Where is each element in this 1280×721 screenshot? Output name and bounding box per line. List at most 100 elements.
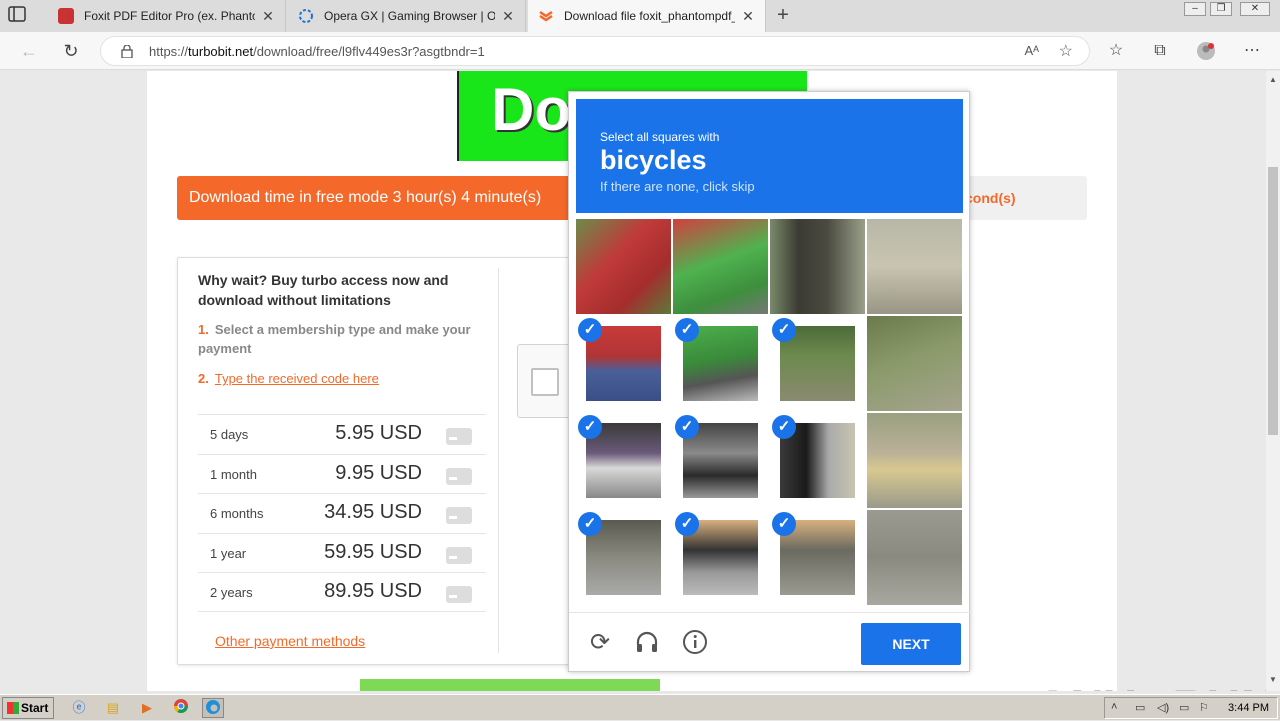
price-row[interactable]: 1 year 59.95 USD xyxy=(198,532,486,573)
windows-flag-icon xyxy=(7,702,19,714)
tab-title: Foxit PDF Editor Pro (ex. Phantom xyxy=(84,9,255,23)
captcha-tile-image xyxy=(867,510,962,605)
captcha-tile[interactable] xyxy=(867,316,962,411)
captcha-tile[interactable]: ✓ xyxy=(576,413,671,508)
captcha-checkbox[interactable] xyxy=(531,368,559,396)
step-text: Select a membership type and make your p… xyxy=(198,322,471,356)
close-window-icon[interactable]: ✕ xyxy=(1240,2,1270,16)
audio-headphones-icon[interactable] xyxy=(633,629,661,657)
credit-card-icon xyxy=(446,428,472,445)
info-icon[interactable] xyxy=(681,629,709,657)
credit-card-icon xyxy=(446,546,472,564)
captcha-tile[interactable]: ✓ xyxy=(576,510,671,605)
captcha-tile[interactable]: ✓ xyxy=(673,510,768,605)
enter-code-link[interactable]: Type the received code here xyxy=(215,371,379,386)
scroll-down-icon[interactable]: ▼ xyxy=(1269,675,1277,684)
captcha-tile[interactable]: ✓ xyxy=(673,316,768,411)
scroll-up-icon[interactable]: ▲ xyxy=(1269,75,1277,84)
windows-taskbar: Start ⓔ ▤ ▶ ˄ ▭ ◁) ▭ ⚐ 3:44 PM xyxy=(0,694,1280,720)
other-payment-methods-link[interactable]: Other payment methods xyxy=(215,633,365,649)
network-icon[interactable]: ▭ xyxy=(1135,701,1145,714)
price-row[interactable]: 1 month 9.95 USD xyxy=(198,453,486,494)
step-number: 1. xyxy=(198,322,209,337)
check-icon: ✓ xyxy=(578,512,602,536)
captcha-tile[interactable]: ✓ xyxy=(770,413,865,508)
url-text: https://turbobit.net/download/free/l9flv… xyxy=(149,44,485,59)
challenge-target: bicycles xyxy=(600,145,707,175)
minimize-icon[interactable]: – xyxy=(1184,2,1206,16)
captcha-tile-image xyxy=(576,219,671,314)
check-icon: ✓ xyxy=(675,415,699,439)
display-icon[interactable]: ▭ xyxy=(1179,701,1189,714)
volume-icon[interactable]: ◁) xyxy=(1157,701,1169,714)
captcha-tile[interactable] xyxy=(770,219,865,314)
chrome-taskbar-icon[interactable] xyxy=(170,698,192,718)
captcha-tile[interactable] xyxy=(673,219,768,314)
refresh-icon[interactable]: ↻ xyxy=(60,40,82,62)
download-button[interactable] xyxy=(360,679,660,691)
captcha-tile[interactable]: ✓ xyxy=(673,413,768,508)
check-icon: ✓ xyxy=(772,415,796,439)
challenge-header: Select all squares with bicycles If ther… xyxy=(576,99,963,213)
price-value: 34.95 USD xyxy=(324,501,422,523)
close-tab-icon[interactable]: ✕ xyxy=(501,8,515,25)
price-row[interactable]: 2 years 89.95 USD xyxy=(198,572,486,612)
ie-taskbar-icon[interactable]: ⓔ xyxy=(68,698,90,718)
price-period: 1 year xyxy=(210,545,247,561)
action-flag-icon[interactable]: ⚐ xyxy=(1199,701,1209,714)
banner-text: Do xyxy=(491,76,571,143)
credit-card-icon xyxy=(446,467,472,485)
captcha-tile-image xyxy=(867,219,962,314)
banner-edge xyxy=(457,71,459,161)
lock-icon xyxy=(121,44,133,59)
captcha-tile[interactable] xyxy=(867,219,962,314)
back-arrow-icon[interactable]: ← xyxy=(18,40,40,62)
check-icon: ✓ xyxy=(578,415,602,439)
price-table: 5 days 5.95 USD 1 month 9.95 USD 6 months 3… xyxy=(198,414,486,612)
tab-actions-icon[interactable] xyxy=(8,6,38,28)
captcha-tile[interactable]: ✓ xyxy=(770,316,865,411)
captcha-tile[interactable]: ✓ xyxy=(576,316,671,411)
anyrun-watermark: ANY▷RUN xyxy=(1036,679,1266,691)
explorer-taskbar-icon[interactable]: ▤ xyxy=(102,698,124,718)
tab-title: Opera GX | Gaming Browser | Op xyxy=(324,9,495,23)
menu-dots-icon[interactable]: ⋯ xyxy=(1242,41,1262,61)
captcha-tile-image xyxy=(867,413,962,508)
scrollbar-thumb[interactable] xyxy=(1268,167,1278,435)
panel-divider xyxy=(498,268,499,653)
credit-card-icon xyxy=(446,586,472,603)
price-row[interactable]: 6 months 34.95 USD xyxy=(198,493,486,533)
reload-icon[interactable]: ⟳ xyxy=(586,629,614,657)
profile-avatar-icon[interactable] xyxy=(1196,41,1216,61)
system-tray: ˄ ▭ ◁) ▭ ⚐ 3:44 PM xyxy=(1104,697,1278,719)
check-icon: ✓ xyxy=(675,318,699,342)
collections-icon[interactable]: ⧉ xyxy=(1150,41,1170,61)
media-player-taskbar-icon[interactable]: ▶ xyxy=(136,698,158,718)
opera-gx-favicon-icon xyxy=(298,8,314,24)
read-aloud-icon[interactable]: Aᴬ xyxy=(1024,43,1039,58)
captcha-tile[interactable]: ✓ xyxy=(770,510,865,605)
step-2: 2. Type the received code here xyxy=(198,369,498,388)
edge-taskbar-icon[interactable] xyxy=(202,698,224,718)
captcha-tile[interactable] xyxy=(576,219,671,314)
add-favorite-icon[interactable]: ☆ xyxy=(1059,41,1073,61)
taskbar-clock: 3:44 PM xyxy=(1228,702,1269,714)
restore-icon[interactable]: ❐ xyxy=(1210,2,1232,16)
new-tab-button[interactable]: + xyxy=(772,4,794,26)
favorites-icon[interactable]: ☆ xyxy=(1106,41,1126,61)
captcha-tile[interactable] xyxy=(867,510,962,605)
tab-turbobit[interactable]: Download file foxit_phantompdf_ ✕ xyxy=(528,0,766,32)
price-row[interactable]: 5 days 5.95 USD xyxy=(198,414,486,454)
price-period: 6 months xyxy=(210,506,264,521)
start-button[interactable]: Start xyxy=(2,697,54,719)
tab-opera-gx[interactable]: Opera GX | Gaming Browser | Op ✕ xyxy=(288,0,526,32)
captcha-image-grid: ✓ ✓ ✓ ✓ ✓ ✓ ✓ ✓ ✓ xyxy=(576,219,964,607)
page-scrollbar[interactable]: ▲ ▼ xyxy=(1266,71,1280,691)
tray-expand-icon[interactable]: ˄ xyxy=(1111,701,1117,713)
tab-foxit[interactable]: Foxit PDF Editor Pro (ex. Phantom ✕ xyxy=(48,0,286,32)
close-tab-icon[interactable]: ✕ xyxy=(741,8,755,25)
captcha-tile[interactable] xyxy=(867,413,962,508)
close-tab-icon[interactable]: ✕ xyxy=(261,8,275,25)
address-bar[interactable]: https://turbobit.net/download/free/l9flv… xyxy=(100,36,1090,66)
next-button[interactable]: NEXT xyxy=(861,623,961,665)
